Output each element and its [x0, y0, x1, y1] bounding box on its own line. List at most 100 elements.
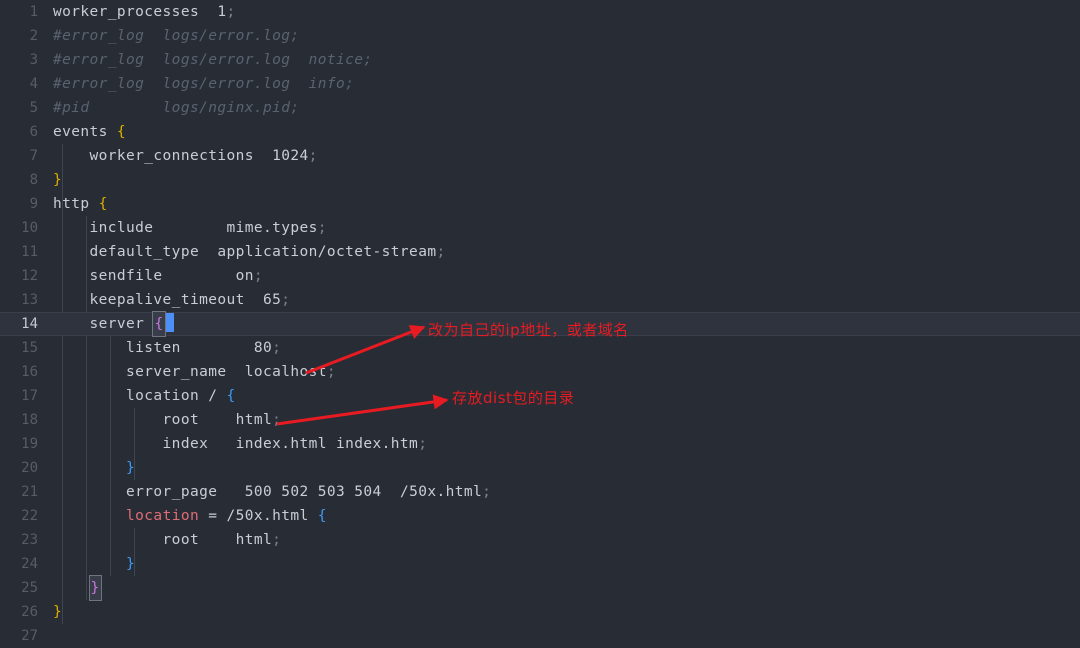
line-number: 21: [21, 484, 38, 500]
line-number: 7: [29, 148, 38, 164]
code-line-text: root html;: [53, 528, 281, 552]
code-line[interactable]: 13 keepalive_timeout 65;: [0, 288, 1080, 312]
code-line[interactable]: 20 }: [0, 456, 1080, 480]
code-line-text: }: [53, 552, 135, 576]
code-line-text: #error_log logs/error.log;: [53, 24, 300, 48]
code-line[interactable]: 11 default_type application/octet-stream…: [0, 240, 1080, 264]
code-line[interactable]: 10 include mime.types;: [0, 216, 1080, 240]
line-number: 1: [29, 4, 38, 20]
code-line-text: sendfile on;: [53, 264, 263, 288]
code-line[interactable]: 23 root html;: [0, 528, 1080, 552]
code-line-text: worker_processes 1;: [53, 0, 236, 24]
code-line[interactable]: 3 #error_log logs/error.log notice;: [0, 48, 1080, 72]
code-token: }: [53, 604, 63, 620]
code-token: events: [53, 124, 117, 140]
bracket-match-highlight: {: [152, 311, 166, 337]
code-line-text: }: [53, 456, 135, 480]
line-number: 24: [21, 556, 38, 572]
code-token: default_type application/octet-stream: [53, 244, 437, 260]
code-line[interactable]: 25 }: [0, 575, 1080, 601]
code-line-text: #error_log logs/error.log info;: [53, 72, 354, 96]
code-token: 500 502 503 504: [244, 484, 382, 500]
code-token: }: [53, 460, 136, 476]
code-token: }: [53, 172, 63, 188]
line-number: 6: [29, 124, 38, 140]
code-token: keepalive_timeout: [53, 292, 263, 308]
code-token: #error_log logs/error.log notice;: [53, 52, 373, 68]
code-line[interactable]: 16 server_name localhost;: [0, 360, 1080, 384]
code-line[interactable]: 27: [0, 624, 1080, 648]
code-line[interactable]: 4 #error_log logs/error.log info;: [0, 72, 1080, 96]
code-line-text: index index.html index.htm;: [53, 432, 427, 456]
code-line[interactable]: 12 sendfile on;: [0, 264, 1080, 288]
code-line[interactable]: 8}: [0, 168, 1080, 192]
code-line-text: keepalive_timeout 65;: [53, 288, 290, 312]
code-line[interactable]: 5 #pid logs/nginx.pid;: [0, 96, 1080, 120]
code-token: ;: [281, 292, 291, 308]
code-line[interactable]: 1 worker_processes 1;: [0, 0, 1080, 24]
code-token: ;: [326, 364, 337, 380]
code-line[interactable]: 7 worker_connections 1024;: [0, 144, 1080, 168]
code-token: worker_connections: [53, 148, 273, 164]
code-token: #error_log logs/error.log;: [53, 28, 300, 44]
code-token: ;: [317, 220, 327, 236]
line-number: 11: [21, 244, 38, 260]
code-token: server_name localhost: [53, 364, 327, 380]
code-line-text: worker_connections 1024;: [53, 144, 318, 168]
code-line[interactable]: 26}: [0, 600, 1080, 624]
code-token: location: [126, 508, 200, 524]
code-token: ;: [272, 532, 282, 548]
code-token: 1024: [272, 148, 309, 164]
line-number: 17: [21, 388, 38, 404]
code-token: http: [53, 196, 99, 212]
code-line-text: #pid logs/nginx.pid;: [53, 96, 300, 120]
code-token: 65: [262, 292, 282, 308]
code-line-text: }: [53, 600, 62, 624]
code-editor[interactable]: 1 worker_processes 1; 2 #error_log logs/err…: [0, 0, 1080, 648]
code-token: ;: [308, 148, 318, 164]
line-number: 9: [29, 196, 38, 212]
code-token: {: [98, 196, 108, 212]
line-number: 18: [21, 412, 38, 428]
line-number: 14: [21, 316, 38, 332]
line-number: 15: [21, 340, 38, 356]
code-line[interactable]: 22 location = /50x.html {: [0, 504, 1080, 528]
code-token: root html: [53, 532, 273, 548]
code-token: server: [53, 316, 154, 332]
code-line-text: error_page 500 502 503 504 /50x.html;: [53, 480, 491, 504]
line-number: 19: [21, 436, 38, 452]
code-line[interactable]: 21 error_page 500 502 503 504 /50x.html;: [0, 480, 1080, 504]
code-line[interactable]: 2 #error_log logs/error.log;: [0, 24, 1080, 48]
line-number: 4: [29, 76, 38, 92]
code-token: {: [116, 124, 127, 140]
line-number: 20: [21, 460, 38, 476]
code-line[interactable]: 6 events {: [0, 120, 1080, 144]
annotation-root-dir: 存放dist包的目录: [452, 389, 575, 407]
code-line-text: root html;: [53, 408, 281, 432]
code-line-text: server_name localhost;: [53, 360, 336, 384]
code-line[interactable]: 18 root html;: [0, 408, 1080, 432]
code-token: listen: [53, 340, 254, 356]
code-token: ;: [226, 4, 236, 20]
code-token: ;: [272, 340, 282, 356]
code-line-text: }: [53, 575, 102, 601]
code-token: {: [317, 508, 327, 524]
text-cursor: [164, 313, 174, 332]
code-token: error_page: [53, 484, 245, 500]
code-token: #pid logs/nginx.pid;: [53, 100, 300, 116]
code-line[interactable]: 24 }: [0, 552, 1080, 576]
code-line[interactable]: 9 http {: [0, 192, 1080, 216]
code-line[interactable]: 19 index index.html index.htm;: [0, 432, 1080, 456]
line-number: 8: [29, 172, 38, 188]
code-line-text: server {: [53, 311, 174, 337]
line-number: 22: [21, 508, 38, 524]
code-token: {: [226, 388, 236, 404]
code-line-text: #error_log logs/error.log notice;: [53, 48, 373, 72]
code-token: ;: [253, 268, 263, 284]
code-line-text: default_type application/octet-stream;: [53, 240, 446, 264]
code-token: 80: [253, 340, 273, 356]
code-line-text: location / {: [53, 384, 236, 408]
annotation-server-name: 改为自己的ip地址，或者域名: [428, 321, 629, 339]
